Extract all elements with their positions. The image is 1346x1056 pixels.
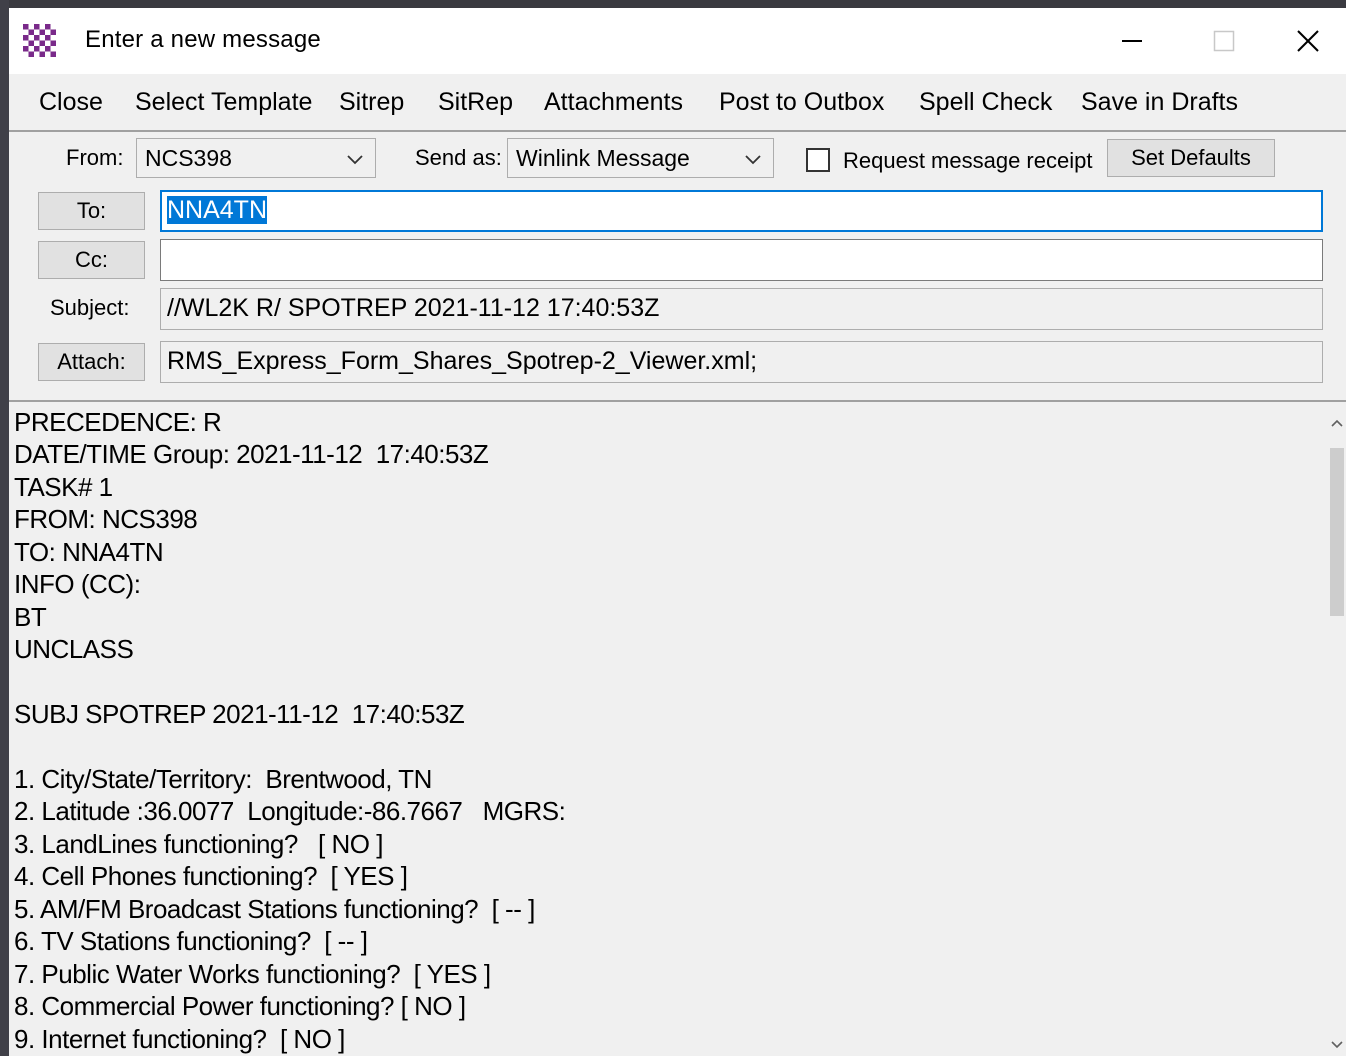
request-receipt-checkbox[interactable] — [806, 148, 830, 172]
to-value: NNA4TN — [167, 196, 268, 224]
body-line: 6. TV Stations functioning? [ -- ] — [14, 926, 368, 956]
message-body[interactable]: PRECEDENCE: R DATE/TIME Group: 2021-11-1… — [9, 403, 1328, 1056]
body-divider — [9, 400, 1346, 402]
body-line: 1. City/State/Territory: Brentwood, TN — [14, 764, 432, 794]
body-line: 4. Cell Phones functioning? [ YES ] — [14, 861, 408, 891]
close-icon — [1297, 30, 1319, 52]
send-as-dropdown[interactable]: Winlink Message — [507, 138, 774, 178]
request-receipt-label[interactable]: Request message receipt — [843, 148, 1092, 174]
body-line: SUBJ SPOTREP 2021-11-12 17:40:53Z — [14, 699, 465, 729]
cc-field[interactable] — [160, 239, 1323, 281]
menu-divider — [9, 130, 1346, 132]
menu-attachments[interactable]: Attachments — [544, 88, 683, 117]
scroll-down-icon[interactable] — [1329, 1037, 1345, 1053]
menu-post-to-outbox[interactable]: Post to Outbox — [719, 88, 884, 117]
to-field[interactable]: NNA4TN — [160, 190, 1323, 232]
minimize-icon — [1122, 40, 1142, 42]
subject-label: Subject: — [50, 295, 130, 320]
body-line: DATE/TIME Group: 2021-11-12 17:40:53Z — [14, 439, 489, 469]
send-as-label: Send as: — [415, 145, 502, 170]
title-bar[interactable]: Enter a new message — [9, 8, 1346, 74]
body-line: UNCLASS — [14, 634, 134, 664]
window-title: Enter a new message — [85, 26, 321, 53]
maximize-button[interactable] — [1178, 8, 1270, 74]
body-line: 3. LandLines functioning? [ NO ] — [14, 829, 383, 859]
body-line: FROM: NCS398 — [14, 504, 198, 534]
desktop-background-left — [0, 0, 9, 1056]
menu-select-template[interactable]: Select Template — [135, 88, 312, 117]
attach-button[interactable]: Attach: — [38, 343, 145, 381]
attach-value: RMS_Express_Form_Shares_Spotrep-2_Viewer… — [167, 347, 758, 375]
from-value: NCS398 — [145, 145, 232, 171]
menu-save-in-drafts[interactable]: Save in Drafts — [1081, 88, 1238, 117]
body-line: 2. Latitude :36.0077 Longitude:-86.7667 … — [14, 796, 566, 826]
menu-close[interactable]: Close — [39, 88, 103, 117]
body-line: TASK# 1 — [14, 472, 113, 502]
chevron-down-icon — [347, 155, 363, 165]
menu-bar: Close Select Template Sitrep SitRep Atta… — [9, 74, 1346, 130]
body-line: 9. Internet functioning? [ NO ] — [14, 1024, 345, 1054]
new-message-window: Enter a new message Close Select Templat… — [9, 8, 1346, 1056]
subject-value: //WL2K R/ SPOTREP 2021-11-12 17:40:53Z — [167, 294, 660, 322]
body-line: BT — [14, 602, 47, 632]
cc-button[interactable]: Cc: — [38, 241, 145, 279]
body-line: 5. AM/FM Broadcast Stations functioning?… — [14, 894, 535, 924]
from-dropdown[interactable]: NCS398 — [136, 138, 376, 178]
to-button[interactable]: To: — [38, 192, 145, 230]
subject-field[interactable]: //WL2K R/ SPOTREP 2021-11-12 17:40:53Z — [160, 288, 1323, 330]
chevron-down-icon — [745, 155, 761, 165]
menu-spell-check[interactable]: Spell Check — [919, 88, 1052, 117]
scroll-up-icon[interactable] — [1329, 415, 1345, 431]
close-window-button[interactable] — [1270, 8, 1346, 74]
body-line: TO: NNA4TN — [14, 537, 164, 567]
scroll-thumb[interactable] — [1330, 448, 1344, 616]
maximize-icon — [1213, 30, 1235, 52]
body-line: 7. Public Water Works functioning? [ YES… — [14, 959, 491, 989]
send-as-value: Winlink Message — [516, 145, 690, 171]
body-line: PRECEDENCE: R — [14, 407, 222, 437]
attach-field[interactable]: RMS_Express_Form_Shares_Spotrep-2_Viewer… — [160, 341, 1323, 383]
from-label: From: — [66, 145, 124, 170]
menu-sitrep-alt[interactable]: SitRep — [438, 88, 513, 117]
body-line: 8. Commercial Power functioning? [ NO ] — [14, 991, 466, 1021]
body-scrollbar[interactable] — [1328, 403, 1346, 1056]
winlink-app-icon — [23, 24, 56, 57]
desktop-background-top — [0, 0, 1346, 8]
set-defaults-button[interactable]: Set Defaults — [1107, 139, 1275, 177]
minimize-button[interactable] — [1086, 8, 1178, 74]
menu-sitrep[interactable]: Sitrep — [339, 88, 404, 117]
body-line: INFO (CC): — [14, 569, 141, 599]
